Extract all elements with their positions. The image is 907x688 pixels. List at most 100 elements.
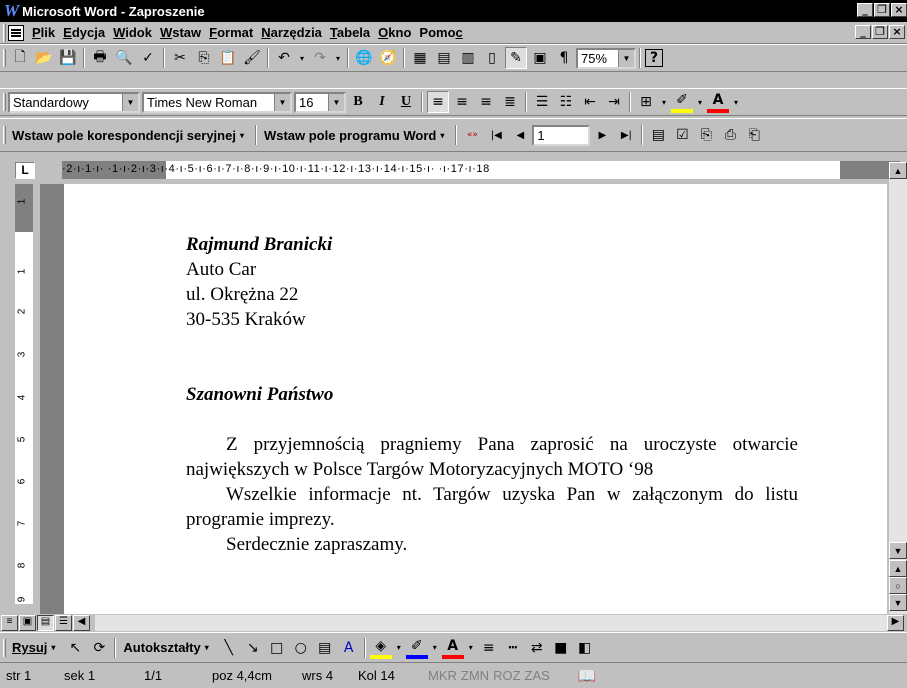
tables-borders-icon[interactable]: ▦ [409, 47, 431, 69]
redo-icon[interactable]: ↷ [309, 47, 331, 69]
mail-merge-icon[interactable]: ⎗ [743, 124, 765, 146]
oval-icon[interactable]: ○ [290, 637, 312, 659]
borders-icon[interactable]: ⊞ [635, 91, 657, 113]
font-size-combo[interactable]: 16 ▼ [294, 91, 346, 113]
decrease-indent-icon[interactable]: ⇤ [579, 91, 601, 113]
view-merged-data-icon[interactable]: «» [461, 124, 483, 146]
status-roz[interactable]: ROZ [491, 668, 522, 683]
web-toolbar-icon[interactable]: 🧭 [377, 47, 399, 69]
horizontal-ruler[interactable]: ·2·ı·1·ı· ·1·ı·2·ı·3·ı·4·ı·5·ı·6·ı·7·ı·8… [62, 161, 900, 179]
columns-icon[interactable]: ▯ [481, 47, 503, 69]
menu-widok[interactable]: Widok [109, 25, 156, 40]
menu-pomoc[interactable]: Pomoc [415, 25, 466, 40]
copy-icon[interactable]: ⎘ [193, 47, 215, 69]
bold-button[interactable]: B [347, 91, 369, 113]
line-color-icon[interactable]: ✐ [405, 637, 428, 659]
page-layout-view-button[interactable]: ▤ [37, 615, 54, 631]
document-icon[interactable] [8, 24, 24, 41]
minimize-button[interactable]: _ [857, 3, 873, 17]
insert-word-field-button[interactable]: Wstaw pole programu Word ▾ [260, 124, 452, 146]
online-layout-view-button[interactable]: ▣ [19, 615, 36, 631]
bullets-icon[interactable]: ☷ [555, 91, 577, 113]
help-icon[interactable]: ? [645, 49, 663, 67]
menu-wstaw[interactable]: Ws​taw [156, 25, 205, 40]
toolbar-grip[interactable] [3, 23, 6, 42]
menu-okno[interactable]: Okno [374, 25, 415, 40]
print-icon[interactable]: 🖶 [89, 47, 111, 69]
scroll-up-button[interactable]: ▲ [889, 162, 907, 179]
scroll-left-button[interactable]: ◀ [73, 615, 90, 631]
outline-view-button[interactable]: ☰ [55, 615, 72, 631]
3d-icon[interactable]: ◧ [574, 637, 596, 659]
dash-style-icon[interactable]: ┅ [502, 637, 524, 659]
mail-merge-helper-icon[interactable]: ▤ [647, 124, 669, 146]
draw-font-color-icon[interactable]: A [441, 637, 464, 659]
print-preview-icon[interactable]: 🔍 [113, 47, 135, 69]
last-record-icon[interactable]: ▶| [615, 124, 637, 146]
scroll-down-button[interactable]: ▼ [889, 542, 907, 559]
autoshapes-menu-button[interactable]: Autokształty ▾ [119, 637, 216, 659]
new-document-icon[interactable]: 🗋 [9, 47, 31, 69]
font-combo[interactable]: Times New Roman ▼ [142, 91, 292, 113]
fill-color-icon[interactable]: ◈ [369, 637, 392, 659]
cut-icon[interactable]: ✂ [169, 47, 191, 69]
status-mkr[interactable]: MKR [422, 668, 459, 683]
menu-tabela[interactable]: Tabela [326, 25, 374, 40]
increase-indent-icon[interactable]: ⇥ [603, 91, 625, 113]
line-style-icon[interactable]: ≡ [478, 637, 500, 659]
horizontal-scrollbar[interactable] [95, 615, 887, 631]
drawing-icon[interactable]: ✎ [505, 47, 527, 69]
zoom-combo[interactable]: 75% ▼ [576, 47, 636, 69]
rectangle-icon[interactable]: □ [266, 637, 288, 659]
show-hide-icon[interactable]: ¶ [553, 47, 575, 69]
draw-menu-button[interactable]: Rysuj ▾ [8, 637, 63, 659]
next-record-icon[interactable]: ▶ [591, 124, 613, 146]
align-left-icon[interactable]: ≡ [427, 91, 449, 113]
wordart-icon[interactable]: A [338, 637, 360, 659]
select-browse-object-button[interactable]: ○ [889, 577, 907, 594]
status-zmn[interactable]: ZMN [459, 668, 491, 683]
highlight-icon[interactable]: ✐ [671, 91, 693, 113]
insert-merge-field-button[interactable]: Wstaw pole korespondencji seryjnej ▾ [8, 124, 252, 146]
justify-icon[interactable]: ≣ [499, 91, 521, 113]
menu-format[interactable]: Format [205, 25, 257, 40]
style-combo[interactable]: Standardowy ▼ [8, 91, 140, 113]
vertical-scrollbar[interactable]: ▲ ▼ ▲ ○ ▼ [889, 162, 907, 614]
format-painter-icon[interactable]: 🖌 [241, 47, 263, 69]
document-map-icon[interactable]: ▣ [529, 47, 551, 69]
arrow-style-icon[interactable]: ⇄ [526, 637, 548, 659]
spelling-icon[interactable]: ✓ [137, 47, 159, 69]
menu-plik[interactable]: Plik [28, 25, 59, 40]
previous-record-icon[interactable]: ◀ [509, 124, 531, 146]
menu-edycja[interactable]: Edycja [59, 25, 109, 40]
undo-icon[interactable]: ↶ [273, 47, 295, 69]
font-color-icon[interactable]: A [707, 91, 729, 113]
previous-page-button[interactable]: ▲ [889, 560, 907, 577]
merge-to-document-icon[interactable]: ⎘ [695, 124, 717, 146]
insert-excel-icon[interactable]: ▥ [457, 47, 479, 69]
doc-close-button[interactable]: × [889, 25, 905, 39]
open-folder-icon[interactable]: 📂 [33, 47, 55, 69]
numbering-icon[interactable]: ☰ [531, 91, 553, 113]
paste-icon[interactable]: 📋 [217, 47, 239, 69]
select-objects-icon[interactable]: ↖ [64, 637, 86, 659]
toolbar-grip[interactable] [3, 49, 6, 67]
toolbar-grip[interactable] [3, 638, 6, 657]
normal-view-button[interactable]: ≡ [1, 615, 18, 631]
italic-button[interactable]: I [371, 91, 393, 113]
restore-button[interactable]: ❐ [874, 3, 890, 17]
arrow-icon[interactable]: ↘ [242, 637, 264, 659]
document-body[interactable]: Rajmund Branicki Auto Car ul. Okrężna 22… [186, 232, 798, 557]
doc-minimize-button[interactable]: _ [855, 25, 871, 39]
insert-table-icon[interactable]: ▤ [433, 47, 455, 69]
merge-to-printer-icon[interactable]: ⎙ [719, 124, 741, 146]
save-icon[interactable]: 💾 [57, 47, 79, 69]
status-zas[interactable]: ZAS [523, 668, 552, 683]
next-page-button[interactable]: ▼ [889, 594, 907, 611]
first-record-icon[interactable]: |◀ [485, 124, 507, 146]
free-rotate-icon[interactable]: ⟳ [88, 637, 110, 659]
scroll-right-button[interactable]: ▶ [887, 615, 904, 631]
document-page[interactable]: Rajmund Branicki Auto Car ul. Okrężna 22… [64, 184, 887, 614]
menu-narzedzia[interactable]: Narzędzia [257, 25, 326, 40]
spelling-status-icon[interactable]: 📖 [572, 667, 603, 685]
